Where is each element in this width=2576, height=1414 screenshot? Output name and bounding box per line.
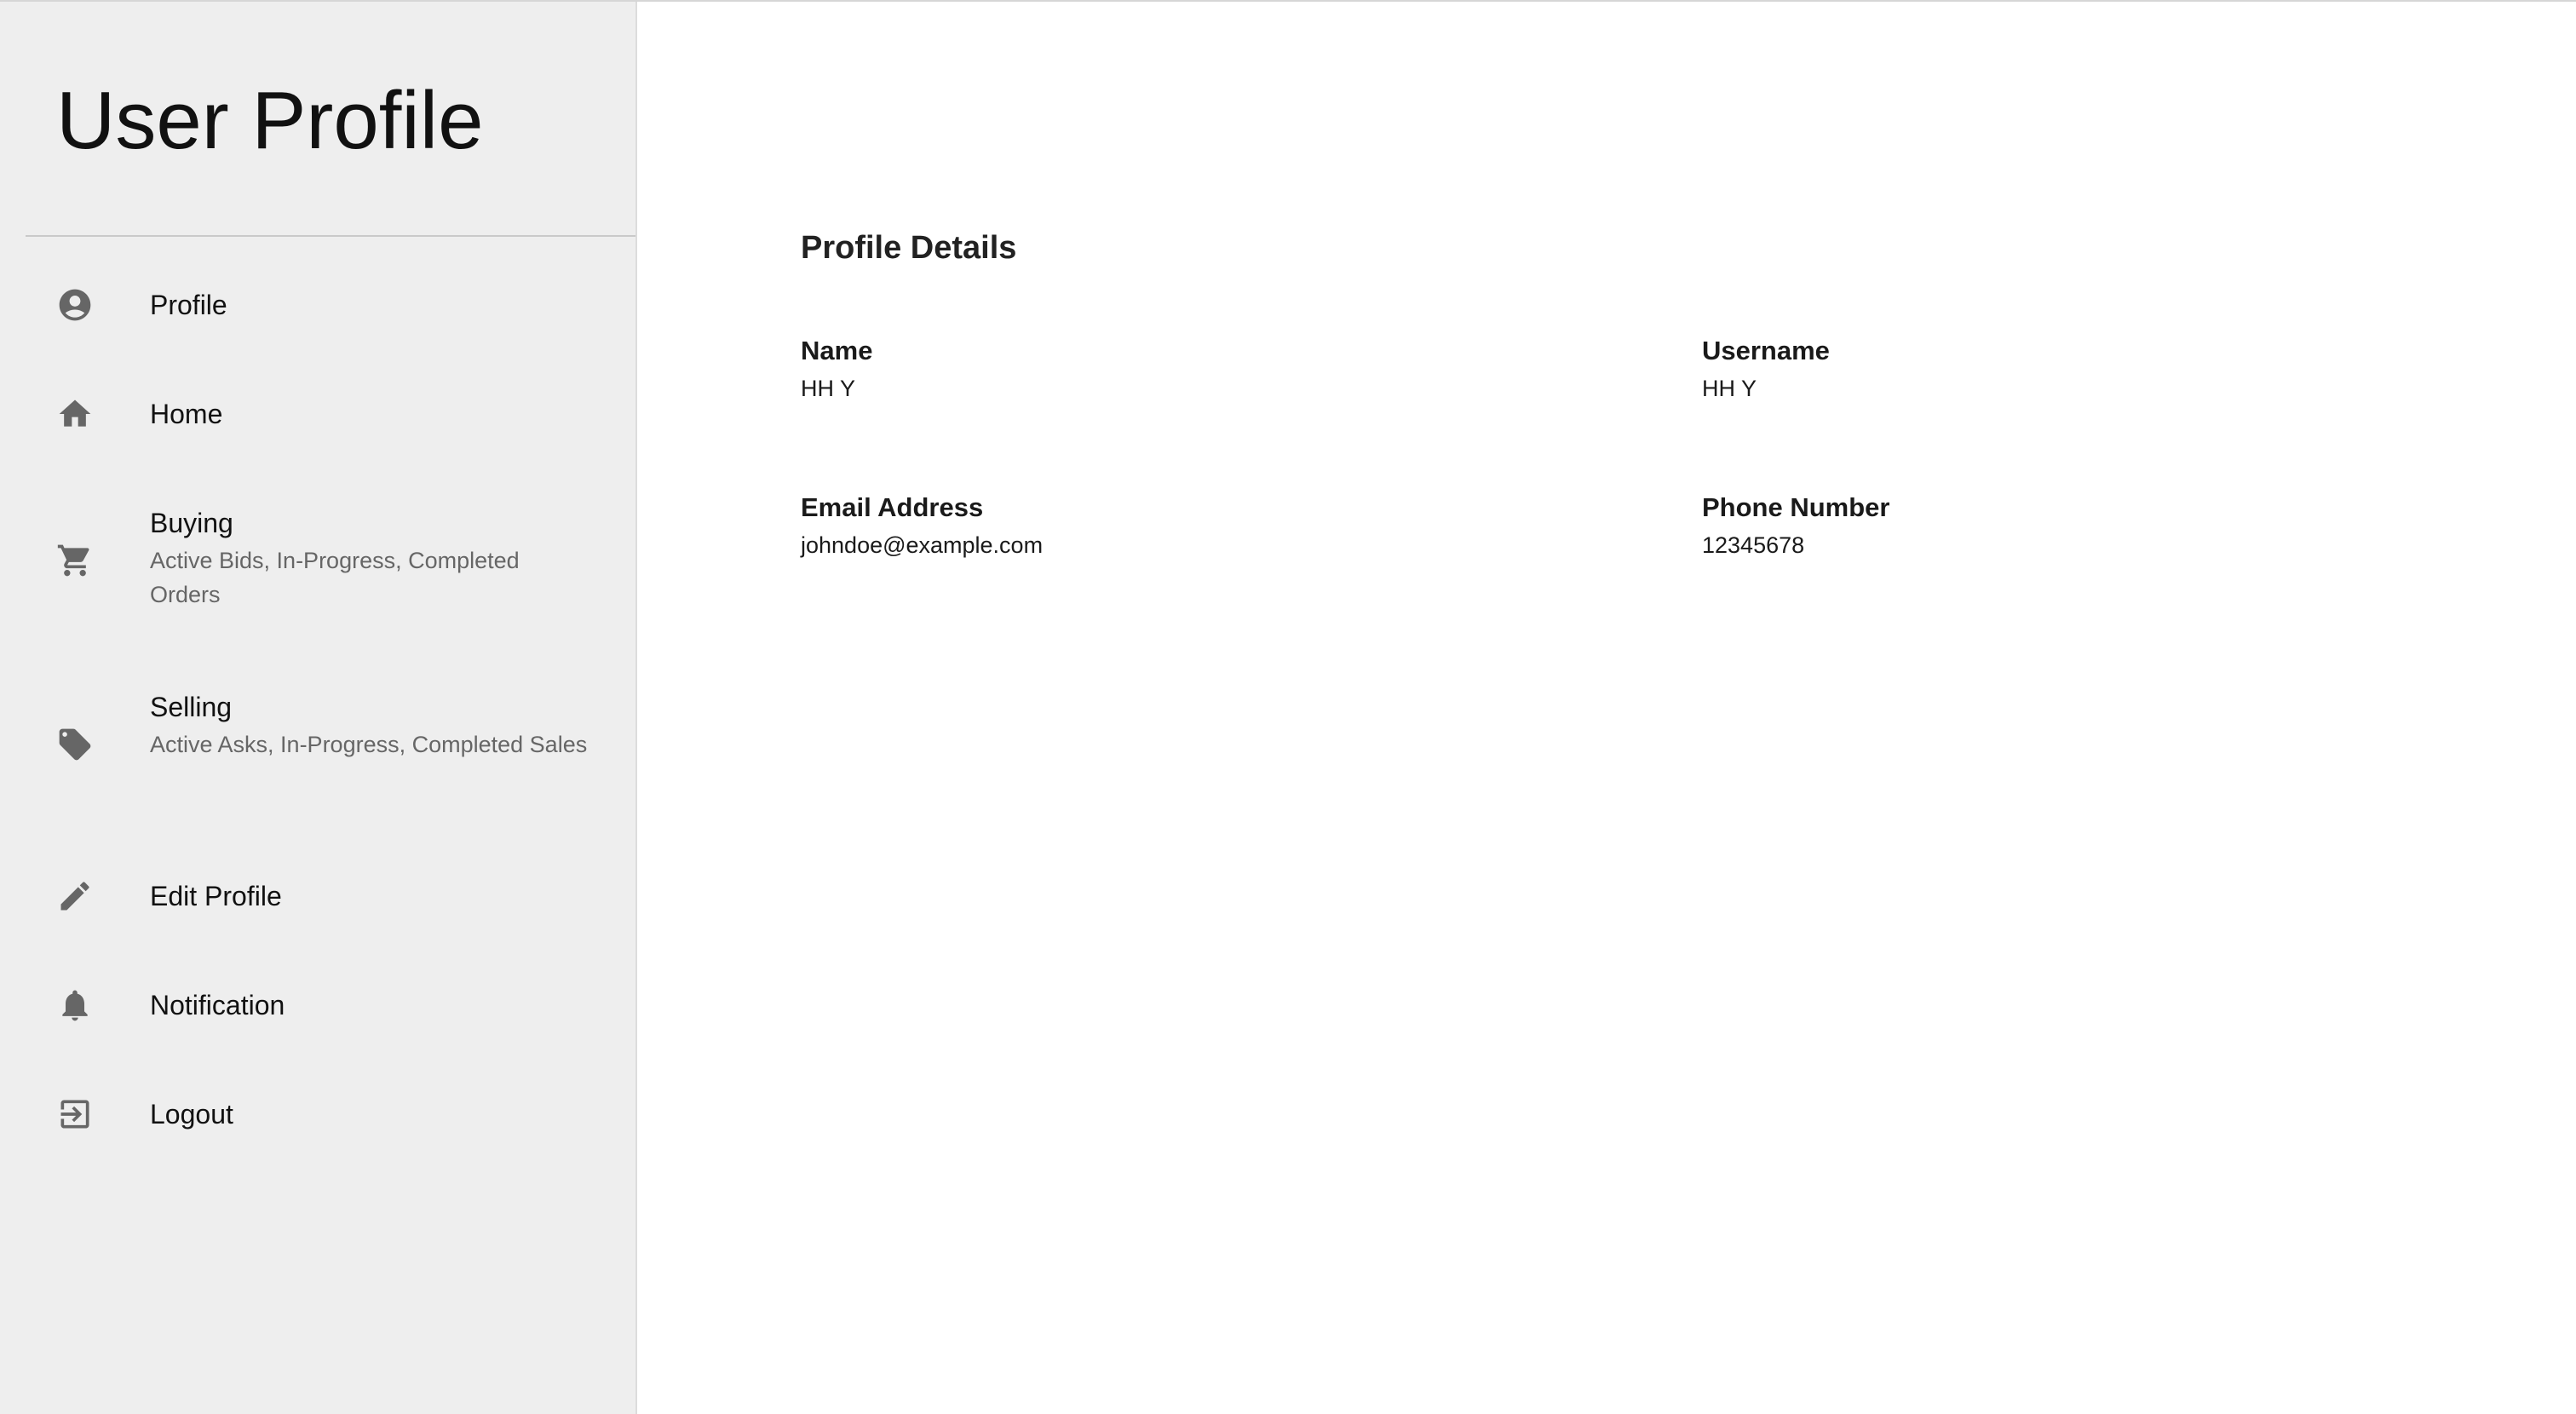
email-label: Email Address	[801, 492, 984, 522]
account-circle-icon	[56, 286, 94, 324]
sidebar-divider	[26, 235, 635, 237]
sidebar-item-home[interactable]: Home	[0, 380, 635, 448]
sidebar-item-notification[interactable]: Notification	[0, 971, 635, 1039]
sidebar-item-profile[interactable]: Profile	[0, 271, 635, 339]
email-value: johndoe@example.com	[801, 532, 1044, 558]
pencil-icon	[56, 877, 94, 915]
page: User Profile Profile Home Buying Active …	[0, 0, 2576, 1414]
logout-icon	[56, 1095, 94, 1133]
sidebar-item-label: Notification	[150, 990, 285, 1020]
sidebar-item-label: Edit Profile	[150, 881, 282, 911]
sidebar-item-label: Home	[150, 399, 223, 429]
phone-label: Phone Number	[1702, 492, 1890, 522]
sidebar-item-label: Profile	[150, 290, 227, 320]
sidebar: User Profile Profile Home Buying Active …	[0, 2, 637, 1414]
sidebar-title: User Profile	[56, 75, 484, 166]
sidebar-item-label: Buying	[150, 508, 233, 538]
name-value: HH Y	[801, 376, 856, 401]
sidebar-item-buying[interactable]: Buying Active Bids, In-Progress, Complet…	[0, 504, 635, 624]
bell-icon	[56, 986, 94, 1024]
tag-icon	[56, 726, 94, 763]
phone-value: 12345678	[1702, 532, 1805, 558]
sidebar-item-description: Active Bids, In-Progress, Completed Orde…	[150, 548, 520, 607]
sidebar-item-label: Selling	[150, 692, 233, 722]
page-title: Profile Details	[801, 230, 1017, 266]
sidebar-item-description: Active Asks, In-Progress, Completed Sale…	[150, 732, 588, 757]
sidebar-item-edit-profile[interactable]: Edit Profile	[0, 862, 635, 930]
username-label: Username	[1702, 336, 1830, 365]
sidebar-item-logout[interactable]: Logout	[0, 1080, 635, 1148]
name-label: Name	[801, 336, 873, 365]
sidebar-item-label: Logout	[150, 1099, 233, 1129]
cart-icon	[56, 542, 94, 579]
sidebar-item-selling[interactable]: Selling Active Asks, In-Progress, Comple…	[0, 688, 635, 808]
username-value: HH Y	[1702, 376, 1757, 401]
home-icon	[56, 395, 94, 433]
